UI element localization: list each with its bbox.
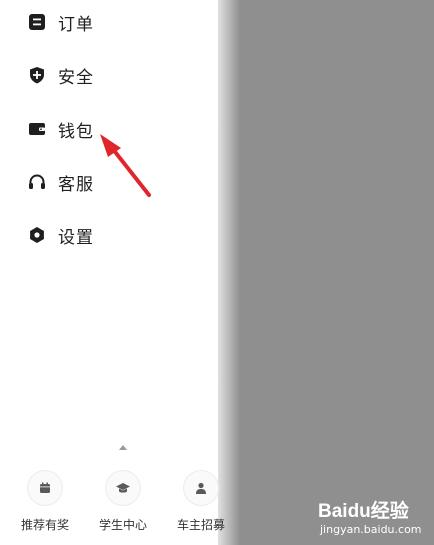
baidu-jingyan-watermark: Baidu经验 jingyan.baidu.com bbox=[318, 496, 422, 536]
menu-item-label: 钱包 bbox=[58, 121, 94, 142]
blurred-background-content[interactable] bbox=[218, 0, 434, 545]
bottom-item-label: 推荐有奖 bbox=[20, 518, 69, 532]
watermark-url: jingyan.baidu.com bbox=[320, 523, 422, 536]
bottom-item-label: 学生中心 bbox=[98, 518, 147, 532]
menu-item-label: 订单 bbox=[58, 14, 94, 35]
order-icon bbox=[28, 13, 46, 31]
bottom-item-referral[interactable]: 推荐有奖 bbox=[10, 470, 80, 533]
wallet-icon bbox=[28, 120, 46, 138]
menu-item-label: 客服 bbox=[58, 174, 94, 195]
chevron-up-icon[interactable] bbox=[119, 445, 127, 450]
bottom-item-label: 车主招募 bbox=[176, 518, 225, 532]
menu-item-settings[interactable]: 设置 bbox=[28, 219, 94, 251]
headset-icon bbox=[28, 173, 46, 191]
menu-item-label: 设置 bbox=[58, 227, 94, 248]
gear-icon bbox=[28, 226, 46, 244]
menu-item-security[interactable]: 安全 bbox=[28, 59, 94, 91]
bottom-item-driver-recruit[interactable]: 车主招募 bbox=[166, 470, 236, 533]
bottom-item-student-center[interactable]: 学生中心 bbox=[88, 470, 158, 533]
shield-icon bbox=[28, 66, 46, 84]
side-drawer: 订单 安全 钱包 客服 设置 推荐有奖 学生中心 车主招募 bbox=[0, 0, 225, 545]
menu-item-label: 安全 bbox=[58, 67, 94, 88]
graduation-cap-icon bbox=[105, 470, 141, 506]
watermark-logo: Baidu经验 bbox=[318, 501, 409, 522]
calendar-icon bbox=[27, 470, 63, 506]
menu-item-customer-service[interactable]: 客服 bbox=[28, 166, 94, 198]
menu-item-orders[interactable]: 订单 bbox=[28, 6, 94, 38]
driver-icon bbox=[183, 470, 219, 506]
menu-item-wallet[interactable]: 钱包 bbox=[28, 113, 94, 145]
